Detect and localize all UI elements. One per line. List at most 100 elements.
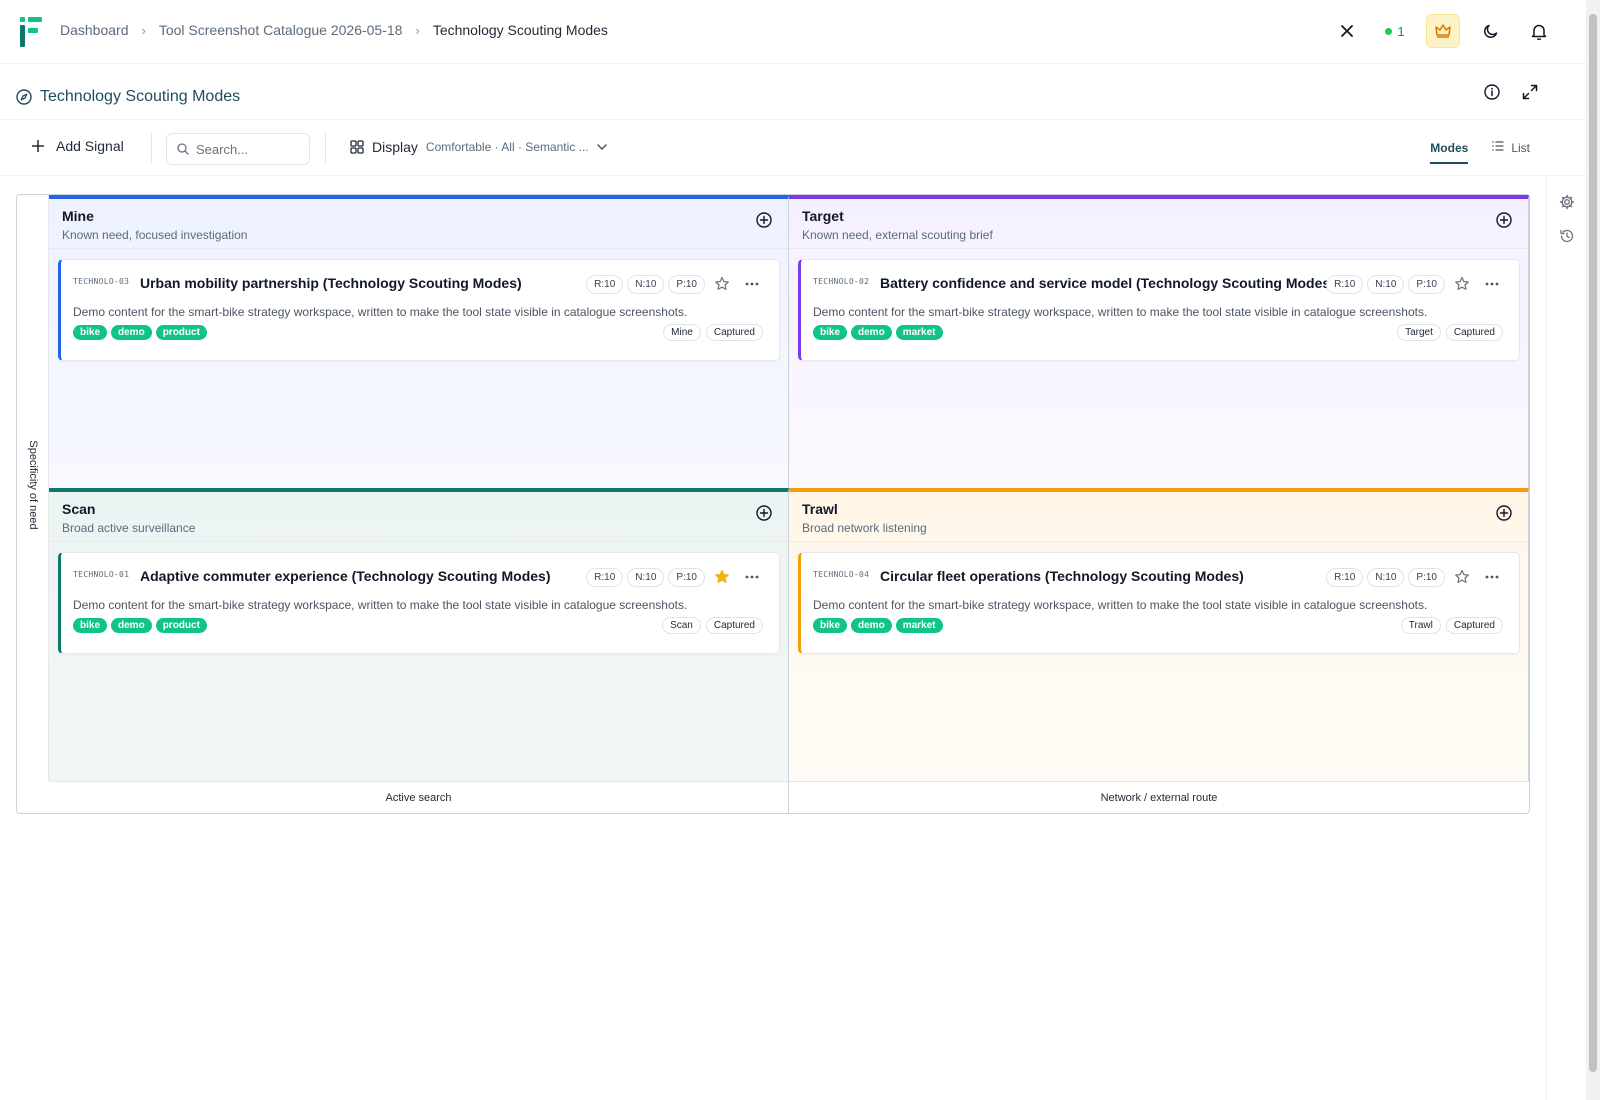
tab-modes-label: Modes xyxy=(1430,141,1469,155)
tag-chip[interactable]: demo xyxy=(851,618,892,633)
tag-chip[interactable]: market xyxy=(895,325,943,340)
presence-indicator[interactable]: 1 xyxy=(1378,24,1412,39)
signal-card[interactable]: TECHNOLO-04 Circular fleet operations (T… xyxy=(798,552,1520,654)
quadrant-title: Scan xyxy=(62,501,96,517)
signal-tags: bike demo product xyxy=(73,618,207,633)
notifications-button[interactable] xyxy=(1522,14,1556,48)
signal-title[interactable]: Circular fleet operations (Technology Sc… xyxy=(880,568,1244,584)
display-summary: Comfortable · All · Semantic ... xyxy=(425,140,589,154)
signal-title[interactable]: Urban mobility partnership (Technology S… xyxy=(140,275,522,291)
more-button[interactable] xyxy=(1479,566,1505,588)
mode-badge: Mine xyxy=(663,324,701,341)
view-tabs: Modes List xyxy=(1430,136,1530,164)
tab-list[interactable]: List xyxy=(1492,136,1530,164)
signal-tags: bike demo product xyxy=(73,325,207,340)
mode-badge: Trawl xyxy=(1400,617,1441,634)
tag-chip[interactable]: demo xyxy=(111,325,152,340)
more-button[interactable] xyxy=(739,273,765,295)
tag-chip[interactable]: market xyxy=(895,618,943,633)
status-badge: Captured xyxy=(1445,324,1503,341)
quadrant-subtitle: Broad network listening xyxy=(802,521,927,535)
plus-icon xyxy=(32,140,44,152)
signal-id: TECHNOLO-03 xyxy=(73,277,130,286)
add-signal-label: Add Signal xyxy=(56,138,124,154)
add-circle-icon[interactable] xyxy=(756,505,772,521)
tab-list-label: List xyxy=(1511,141,1530,155)
metric-r: R:10 xyxy=(1326,274,1364,294)
tag-chip[interactable]: product xyxy=(155,618,207,633)
tag-chip[interactable]: bike xyxy=(813,618,848,633)
toolbar: Add Signal Display Comfortable · All · S… xyxy=(0,120,1586,176)
add-circle-icon[interactable] xyxy=(1496,505,1512,521)
history-icon[interactable] xyxy=(1559,228,1575,244)
signal-status: Trawl Captured xyxy=(1400,617,1503,634)
quadrant-header: Mine Known need, focused investigation xyxy=(49,199,788,249)
moon-icon xyxy=(1484,24,1498,38)
signal-tags: bike demo market xyxy=(813,325,943,340)
search-input[interactable] xyxy=(196,141,306,157)
mode-badge: Target xyxy=(1397,324,1441,341)
upgrade-button[interactable] xyxy=(1426,14,1460,48)
signal-description: Demo content for the smart-bike strategy… xyxy=(813,305,1428,319)
x-axis-label-network: Network / external route xyxy=(789,781,1529,813)
breadcrumb-dashboard[interactable]: Dashboard xyxy=(60,22,129,38)
info-icon[interactable] xyxy=(1484,84,1500,100)
top-bar: Dashboard › Tool Screenshot Catalogue 20… xyxy=(0,0,1586,64)
app-logo[interactable] xyxy=(20,17,42,47)
add-circle-icon[interactable] xyxy=(756,212,772,228)
metric-r: R:10 xyxy=(1326,567,1364,587)
signal-title[interactable]: Battery confidence and service model (Te… xyxy=(880,275,1335,291)
gear-icon[interactable] xyxy=(1559,194,1575,210)
signal-title[interactable]: Adaptive commuter experience (Technology… xyxy=(140,568,550,584)
expand-icon[interactable] xyxy=(1522,84,1538,100)
breadcrumb-catalogue[interactable]: Tool Screenshot Catalogue 2026-05-18 xyxy=(159,22,403,38)
tag-chip[interactable]: bike xyxy=(813,325,848,340)
add-circle-icon[interactable] xyxy=(1496,212,1512,228)
signal-metrics: R:10 N:10 P:10 xyxy=(586,566,765,588)
signal-card[interactable]: TECHNOLO-02 Battery confidence and servi… xyxy=(798,259,1520,361)
signal-status: Scan Captured xyxy=(662,617,763,634)
quadrant-subtitle: Broad active surveillance xyxy=(62,521,196,535)
display-label: Display xyxy=(372,139,418,155)
y-axis: Specificity of need xyxy=(17,195,49,781)
tag-chip[interactable]: product xyxy=(155,325,207,340)
quadrant-mine: Mine Known need, focused investigation T… xyxy=(49,195,789,488)
scouting-matrix: Specificity of need Mine Known need, foc… xyxy=(16,194,1530,814)
theme-toggle-button[interactable] xyxy=(1474,14,1508,48)
signal-card[interactable]: TECHNOLO-01 Adaptive commuter experience… xyxy=(58,552,780,654)
tag-chip[interactable]: bike xyxy=(73,325,108,340)
metric-p: P:10 xyxy=(1408,274,1445,294)
signal-tags: bike demo market xyxy=(813,618,943,633)
tab-modes[interactable]: Modes xyxy=(1430,136,1469,164)
star-button[interactable] xyxy=(1449,273,1475,295)
close-button[interactable] xyxy=(1330,14,1364,48)
more-button[interactable] xyxy=(1479,273,1505,295)
side-rail xyxy=(1546,176,1586,1100)
star-button[interactable] xyxy=(1449,566,1475,588)
signal-id: TECHNOLO-02 xyxy=(813,277,870,286)
breadcrumb-current: Technology Scouting Modes xyxy=(432,22,608,38)
signal-card[interactable]: TECHNOLO-03 Urban mobility partnership (… xyxy=(58,259,780,361)
scrollbar-thumb[interactable] xyxy=(1589,14,1597,1072)
search-box[interactable] xyxy=(166,133,310,165)
metric-r: R:10 xyxy=(586,274,624,294)
star-button[interactable] xyxy=(709,273,735,295)
tag-chip[interactable]: demo xyxy=(851,325,892,340)
display-options-button[interactable]: Display Comfortable · All · Semantic ... xyxy=(350,139,607,155)
page-scrollbar[interactable] xyxy=(1586,0,1600,1100)
breadcrumb: Dashboard › Tool Screenshot Catalogue 20… xyxy=(60,22,608,38)
signal-metrics: R:10 N:10 P:10 xyxy=(1326,566,1505,588)
status-badge: Captured xyxy=(705,617,763,634)
quadrant-header: Target Known need, external scouting bri… xyxy=(789,199,1528,249)
presence-count: 1 xyxy=(1397,23,1405,39)
page-title: Technology Scouting Modes xyxy=(40,88,241,105)
more-button[interactable] xyxy=(739,566,765,588)
metric-n: N:10 xyxy=(627,274,665,294)
star-button[interactable] xyxy=(709,566,735,588)
list-icon xyxy=(1492,141,1504,151)
add-signal-button[interactable]: Add Signal xyxy=(32,138,124,154)
tag-chip[interactable]: bike xyxy=(73,618,108,633)
tag-chip[interactable]: demo xyxy=(111,618,152,633)
divider xyxy=(151,132,152,164)
star-filled-icon xyxy=(715,569,729,583)
